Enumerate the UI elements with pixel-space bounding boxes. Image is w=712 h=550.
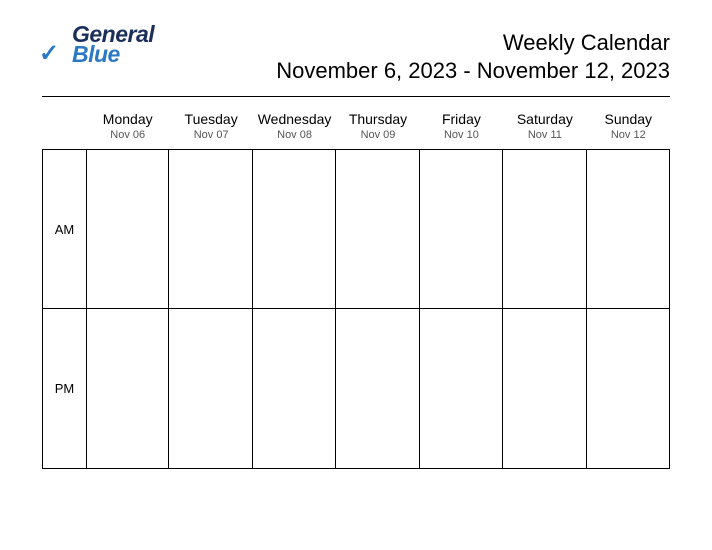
grid-corner: [42, 107, 86, 149]
calendar-title: Weekly Calendar: [276, 30, 670, 56]
day-name: Sunday: [587, 111, 670, 127]
title-block: Weekly Calendar November 6, 2023 - Novem…: [276, 30, 670, 84]
calendar-cell: [587, 149, 670, 309]
calendar-cell: [169, 149, 252, 309]
day-header-sunday: Sunday Nov 12: [587, 107, 670, 149]
period-label-pm: PM: [42, 309, 86, 469]
header: ✓ General Blue Weekly Calendar November …: [42, 30, 670, 84]
day-date: Nov 10: [420, 129, 503, 141]
day-name: Friday: [420, 111, 503, 127]
calendar-cell: [420, 309, 503, 469]
day-header-saturday: Saturday Nov 11: [503, 107, 586, 149]
calendar-cell: [253, 149, 336, 309]
day-date: Nov 06: [86, 129, 169, 141]
calendar-cell: [253, 309, 336, 469]
calendar-date-range: November 6, 2023 - November 12, 2023: [276, 58, 670, 84]
day-name: Monday: [86, 111, 169, 127]
day-name: Saturday: [503, 111, 586, 127]
calendar-cell: [336, 309, 419, 469]
day-header-friday: Friday Nov 10: [420, 107, 503, 149]
day-header-monday: Monday Nov 06: [86, 107, 169, 149]
weekly-calendar-grid: Monday Nov 06 Tuesday Nov 07 Wednesday N…: [42, 107, 670, 469]
day-name: Tuesday: [169, 111, 252, 127]
period-label-am: AM: [42, 149, 86, 309]
day-name: Thursday: [336, 111, 419, 127]
calendar-cell: [169, 309, 252, 469]
check-icon: ✓: [39, 39, 59, 68]
day-header-wednesday: Wednesday Nov 08: [253, 107, 336, 149]
calendar-cell: [86, 309, 169, 469]
day-date: Nov 07: [169, 129, 252, 141]
calendar-cell: [420, 149, 503, 309]
generalblue-logo: ✓ General Blue: [42, 25, 124, 64]
day-date: Nov 09: [336, 129, 419, 141]
day-date: Nov 08: [253, 129, 336, 141]
day-date: Nov 11: [503, 129, 586, 141]
calendar-cell: [336, 149, 419, 309]
day-header-thursday: Thursday Nov 09: [336, 107, 419, 149]
calendar-cell: [503, 149, 586, 309]
calendar-cell: [587, 309, 670, 469]
calendar-cell: [86, 149, 169, 309]
day-header-tuesday: Tuesday Nov 07: [169, 107, 252, 149]
day-date: Nov 12: [587, 129, 670, 141]
day-name: Wednesday: [253, 111, 336, 127]
calendar-cell: [503, 309, 586, 469]
logo-word-blue: Blue: [72, 45, 120, 65]
header-divider: [42, 96, 670, 97]
